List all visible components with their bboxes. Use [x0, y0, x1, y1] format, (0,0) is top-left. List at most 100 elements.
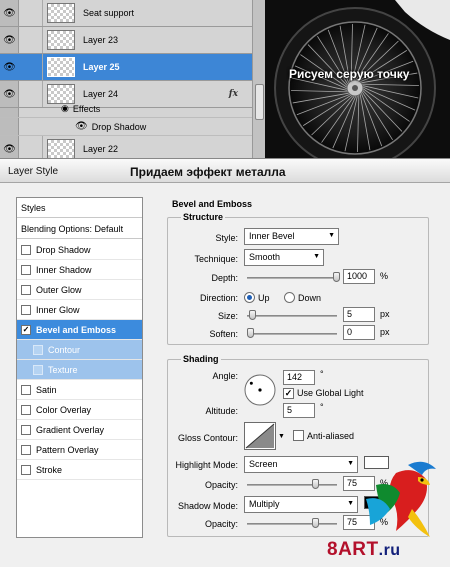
- style-dropdown[interactable]: Inner Bevel ▼: [244, 228, 339, 245]
- technique-dropdown[interactable]: Smooth ▼: [244, 249, 324, 266]
- style-checkbox[interactable]: [33, 364, 43, 375]
- chevron-down-icon: ▼: [347, 460, 354, 467]
- depth-input[interactable]: 1000: [343, 269, 375, 284]
- eye-icon[interactable]: 👁: [0, 136, 19, 158]
- site-logo: 8ART.ru: [327, 539, 401, 561]
- link-column: [19, 27, 43, 53]
- soften-label: Soften:: [209, 329, 238, 339]
- soften-input[interactable]: 0: [343, 325, 375, 340]
- size-label: Size:: [217, 311, 238, 321]
- style-item-label: Contour: [48, 344, 81, 355]
- size-slider[interactable]: [247, 315, 337, 317]
- layer-name: Seat support: [83, 8, 135, 18]
- drop-shadow-label: Drop Shadow: [91, 121, 147, 132]
- style-checkbox[interactable]: [21, 404, 31, 415]
- style-item-label: Satin: [36, 384, 57, 395]
- effects-row[interactable]: ◉ Effects: [0, 100, 252, 118]
- scrollbar-thumb[interactable]: [255, 84, 264, 120]
- style-item-stroke[interactable]: Stroke: [17, 460, 142, 480]
- anti-aliased-checkbox[interactable]: [293, 430, 304, 441]
- layer-row-layer-23[interactable]: 👁 Layer 23: [0, 27, 252, 54]
- parrot-logo-icon: [366, 461, 436, 537]
- style-item-inner-shadow[interactable]: Inner Shadow: [17, 260, 142, 280]
- fx-icon[interactable]: fx: [229, 89, 238, 99]
- layer-row-layer-25[interactable]: 👁 Layer 25: [0, 54, 252, 81]
- style-checkbox[interactable]: [21, 304, 31, 315]
- contour-curve-icon: [245, 423, 275, 449]
- blending-options[interactable]: Blending Options: Default: [17, 219, 142, 239]
- gloss-contour-picker[interactable]: [244, 422, 276, 450]
- depth-slider[interactable]: [247, 277, 337, 279]
- style-checkbox[interactable]: [21, 444, 31, 455]
- eye-icon[interactable]: 👁: [0, 54, 19, 80]
- style-item-label: Outer Glow: [36, 284, 82, 295]
- highlight-opacity-slider[interactable]: [247, 484, 337, 486]
- styles-header[interactable]: Styles: [17, 198, 142, 218]
- chevron-down-icon[interactable]: ▼: [278, 433, 285, 440]
- highlight-mode-dropdown[interactable]: Screen ▼: [244, 456, 358, 473]
- global-light-label: Use Global Light: [297, 388, 364, 398]
- drop-shadow-effect-row[interactable]: 👁 Drop Shadow: [0, 118, 252, 136]
- highlight-opacity-slider-knob[interactable]: [311, 479, 319, 489]
- layer-thumbnail: [47, 57, 75, 77]
- shadow-mode-value: Multiply: [249, 499, 280, 509]
- dialog-titlebar[interactable]: Layer Style Придаем эффект металла: [0, 159, 450, 183]
- soften-slider[interactable]: [247, 333, 337, 335]
- depth-slider-knob[interactable]: [333, 272, 340, 282]
- technique-value: Smooth: [249, 252, 281, 262]
- style-checkbox[interactable]: [21, 464, 31, 475]
- altitude-input[interactable]: 5: [283, 403, 315, 418]
- style-item-label: Inner Shadow: [36, 264, 92, 275]
- link-column: [19, 136, 43, 158]
- link-column: [19, 0, 43, 26]
- style-checkbox[interactable]: [33, 344, 43, 355]
- effects-label: Effects: [72, 103, 101, 114]
- style-item-drop-shadow[interactable]: Drop Shadow: [17, 240, 142, 260]
- style-checkbox[interactable]: [21, 424, 31, 435]
- image-caption: Рисуем серую точку: [289, 67, 410, 81]
- style-item-gradient-overlay[interactable]: Gradient Overlay: [17, 420, 142, 440]
- layer-row-seat-support[interactable]: 👁 Seat support: [0, 0, 252, 27]
- eye-icon[interactable]: 👁: [75, 121, 88, 132]
- shadow-mode-dropdown[interactable]: Multiply ▼: [244, 496, 358, 513]
- style-item-outer-glow[interactable]: Outer Glow: [17, 280, 142, 300]
- direction-up-radio[interactable]: [244, 292, 255, 303]
- size-slider-knob[interactable]: [248, 310, 256, 320]
- eye-icon[interactable]: 👁: [0, 0, 19, 26]
- layers-scrollbar[interactable]: [252, 0, 265, 158]
- soften-slider-knob[interactable]: [247, 328, 254, 338]
- gloss-contour-label: Gloss Contour:: [177, 433, 238, 443]
- style-value: Inner Bevel: [249, 231, 295, 241]
- direction-down-radio[interactable]: [284, 292, 295, 303]
- shadow-opacity-slider[interactable]: [247, 523, 337, 525]
- angle-label: Angle:: [212, 371, 238, 381]
- angle-input[interactable]: 142: [283, 370, 315, 385]
- style-checkbox[interactable]: ✓: [21, 324, 31, 335]
- global-light-checkbox[interactable]: ✓: [283, 388, 294, 399]
- anti-aliased-label: Anti-aliased: [307, 431, 355, 441]
- style-item-satin[interactable]: Satin: [17, 380, 142, 400]
- style-item-inner-glow[interactable]: Inner Glow: [17, 300, 142, 320]
- layer-thumbnail: [47, 3, 75, 23]
- style-item-pattern-overlay[interactable]: Pattern Overlay: [17, 440, 142, 460]
- shadow-opacity-slider-knob[interactable]: [311, 518, 319, 528]
- layer-name: Layer 24: [83, 89, 119, 99]
- style-item-contour[interactable]: Contour: [17, 340, 142, 360]
- style-checkbox[interactable]: [21, 284, 31, 295]
- logo-suffix: .ru: [378, 542, 401, 559]
- eye-icon[interactable]: 👁: [0, 27, 19, 53]
- layer-thumbnail: [47, 30, 75, 50]
- style-item-texture[interactable]: Texture: [17, 360, 142, 380]
- size-input[interactable]: 5: [343, 307, 375, 322]
- style-item-bevel-and-emboss[interactable]: ✓ Bevel and Emboss: [17, 320, 142, 340]
- layer-row-layer-22[interactable]: 👁 Layer 22: [0, 136, 252, 158]
- soften-unit: px: [380, 327, 390, 337]
- structure-title: Structure: [181, 212, 226, 222]
- style-checkbox[interactable]: [21, 384, 31, 395]
- style-checkbox[interactable]: [21, 244, 31, 255]
- style-checkbox[interactable]: [21, 264, 31, 275]
- style-item-color-overlay[interactable]: Color Overlay: [17, 400, 142, 420]
- logo-main: 8ART: [327, 539, 379, 560]
- angle-dial[interactable]: [243, 373, 277, 407]
- style-item-label: Stroke: [36, 464, 63, 475]
